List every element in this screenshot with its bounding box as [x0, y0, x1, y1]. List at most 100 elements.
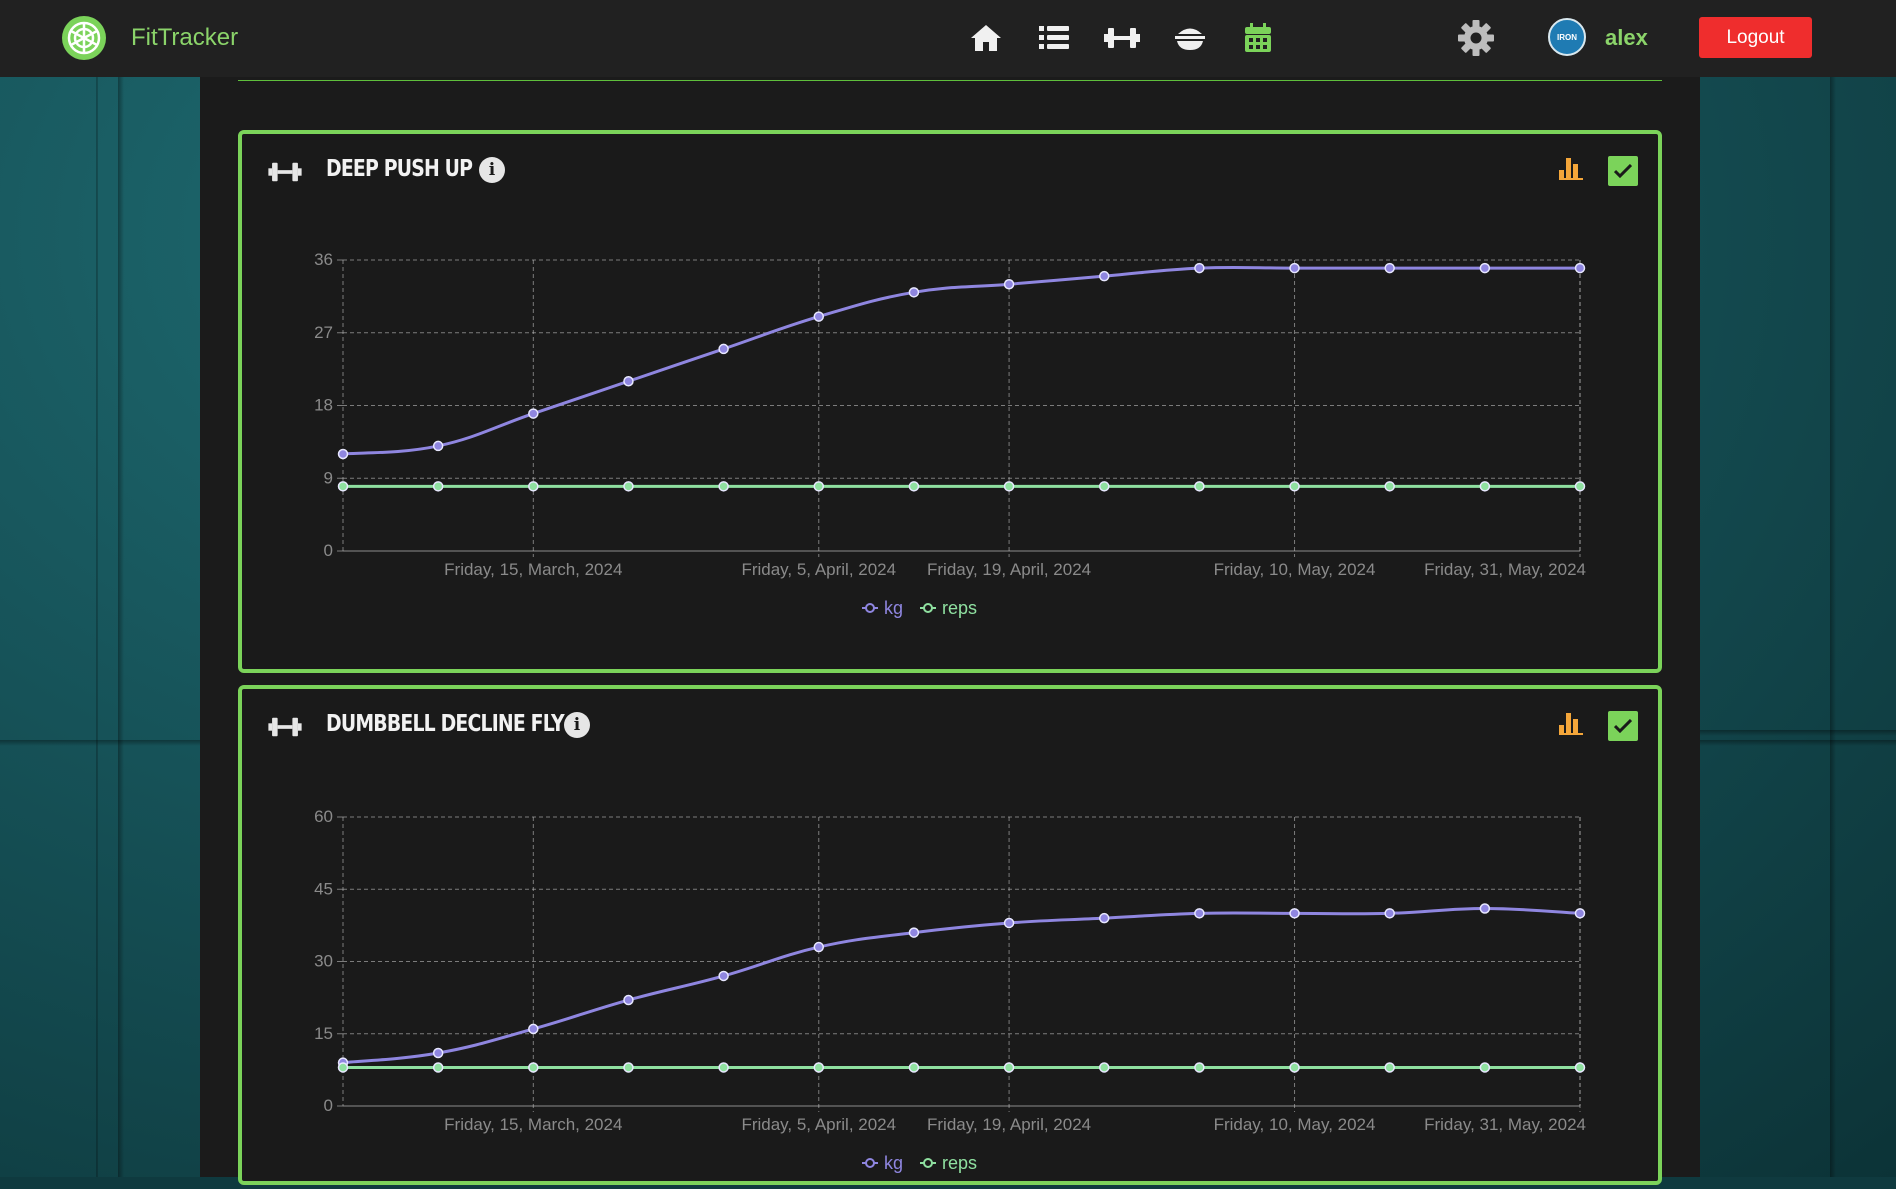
y-tick-label: 36 — [314, 250, 333, 269]
data-point-reps — [528, 481, 539, 492]
data-point-kg — [1574, 908, 1586, 919]
data-point-kg — [813, 941, 825, 953]
brand-name[interactable]: FitTracker — [131, 24, 238, 52]
data-point-reps — [813, 481, 825, 492]
food-bowl-icon[interactable] — [1156, 18, 1224, 58]
data-point-kg — [1098, 270, 1110, 282]
data-point-kg — [1289, 908, 1300, 919]
data-point-kg — [1479, 262, 1491, 274]
data-point-reps — [813, 1062, 825, 1073]
data-point-kg — [337, 448, 349, 460]
series-line-kg — [342, 907, 1581, 1065]
legend-label: kg — [884, 1153, 903, 1173]
x-tick-label: Friday, 15, March, 2024 — [444, 1115, 622, 1134]
progress-chart: 0 15 30 45 60 Friday, 15, March, 2024 Friday, … — [314, 807, 1586, 1173]
data-point-reps — [1384, 1062, 1395, 1073]
y-tick-label: 0 — [324, 541, 333, 560]
avatar[interactable]: IRON — [1548, 18, 1586, 56]
legend-marker — [865, 1158, 875, 1168]
data-point-reps — [908, 1062, 920, 1073]
legend-label: reps — [942, 1153, 977, 1173]
x-tick-label: Friday, 31, May, 2024 — [1424, 1115, 1586, 1134]
data-point-reps — [1384, 481, 1395, 492]
data-point-reps — [1479, 481, 1491, 492]
data-point-kg — [908, 927, 920, 938]
y-tick-label: 60 — [314, 807, 333, 826]
exercise-card: DEEP PUSH UP i 0 9 18 27 36 Friday, 15, March… — [238, 130, 1662, 673]
data-point-reps — [432, 481, 444, 492]
y-tick-label: 18 — [314, 396, 333, 415]
data-point-reps — [908, 481, 920, 492]
y-tick-label: 27 — [314, 323, 333, 342]
calendar-icon[interactable] — [1224, 18, 1292, 58]
data-point-reps — [337, 1062, 349, 1073]
data-point-kg — [718, 343, 729, 355]
gear-icon[interactable] — [1456, 18, 1496, 58]
home-icon[interactable] — [952, 18, 1020, 58]
data-point-kg — [718, 970, 729, 982]
data-point-kg — [1384, 908, 1395, 919]
data-point-kg — [813, 311, 825, 322]
main-nav — [952, 18, 1292, 58]
data-point-kg — [432, 440, 444, 452]
x-tick-label: Friday, 10, May, 2024 — [1214, 560, 1376, 579]
data-point-reps — [528, 1062, 539, 1073]
data-point-kg — [908, 287, 920, 298]
data-point-reps — [1289, 481, 1300, 492]
data-point-kg — [1194, 262, 1205, 274]
data-point-kg — [1574, 262, 1586, 274]
y-tick-label: 45 — [314, 879, 333, 898]
logo-icon[interactable] — [62, 16, 106, 60]
data-point-reps — [718, 481, 729, 492]
legend-marker — [923, 603, 933, 613]
logout-button[interactable]: Logout — [1699, 17, 1812, 58]
data-point-reps — [1574, 1062, 1586, 1073]
data-point-reps — [623, 481, 634, 492]
data-point-kg — [1479, 903, 1491, 914]
legend-marker — [923, 1158, 933, 1168]
data-point-kg — [623, 376, 634, 387]
data-point-kg — [1003, 279, 1015, 290]
list-icon[interactable] — [1020, 18, 1088, 58]
data-point-reps — [718, 1062, 729, 1073]
exercise-card: DUMBBELL DECLINE FLY i 0 15 30 45 60 Friday, … — [238, 685, 1662, 1185]
navbar: FitTracker IRON alex Logout — [0, 0, 1896, 77]
legend-marker — [865, 603, 875, 613]
x-tick-label: Friday, 5, April, 2024 — [741, 560, 896, 579]
data-point-reps — [1194, 481, 1205, 492]
y-tick-label: 9 — [324, 468, 333, 487]
x-tick-label: Friday, 31, May, 2024 — [1424, 560, 1586, 579]
username[interactable]: alex — [1605, 25, 1648, 51]
y-tick-label: 0 — [324, 1096, 333, 1115]
data-point-kg — [1289, 262, 1300, 274]
data-point-kg — [528, 1023, 539, 1035]
series-line-kg — [342, 265, 1580, 456]
data-point-reps — [1479, 1062, 1491, 1073]
x-tick-label: Friday, 19, April, 2024 — [927, 560, 1091, 579]
divider — [238, 80, 1662, 81]
x-tick-label: Friday, 19, April, 2024 — [927, 1115, 1091, 1134]
data-point-kg — [1384, 262, 1395, 274]
progress-chart: 0 9 18 27 36 Friday, 15, March, 2024 Friday, 5… — [314, 250, 1586, 618]
data-point-reps — [623, 1062, 634, 1073]
dumbbell-icon[interactable] — [1088, 18, 1156, 58]
x-tick-label: Friday, 5, April, 2024 — [741, 1115, 896, 1134]
data-point-reps — [432, 1062, 444, 1073]
legend-label: kg — [884, 598, 903, 618]
data-point-reps — [1098, 1062, 1110, 1073]
data-point-kg — [623, 994, 634, 1006]
data-point-reps — [1003, 1062, 1015, 1073]
x-tick-label: Friday, 15, March, 2024 — [444, 560, 622, 579]
legend-label: reps — [942, 598, 977, 618]
y-tick-label: 30 — [314, 952, 333, 971]
data-point-kg — [1098, 912, 1110, 924]
data-point-kg — [1194, 908, 1205, 919]
x-tick-label: Friday, 10, May, 2024 — [1214, 1115, 1376, 1134]
data-point-reps — [1003, 481, 1015, 492]
y-tick-label: 15 — [314, 1024, 333, 1043]
data-point-reps — [1098, 481, 1110, 492]
data-point-reps — [1194, 1062, 1205, 1073]
avatar-text: IRON — [1557, 32, 1577, 42]
data-point-reps — [337, 481, 349, 492]
data-point-reps — [1574, 481, 1586, 492]
